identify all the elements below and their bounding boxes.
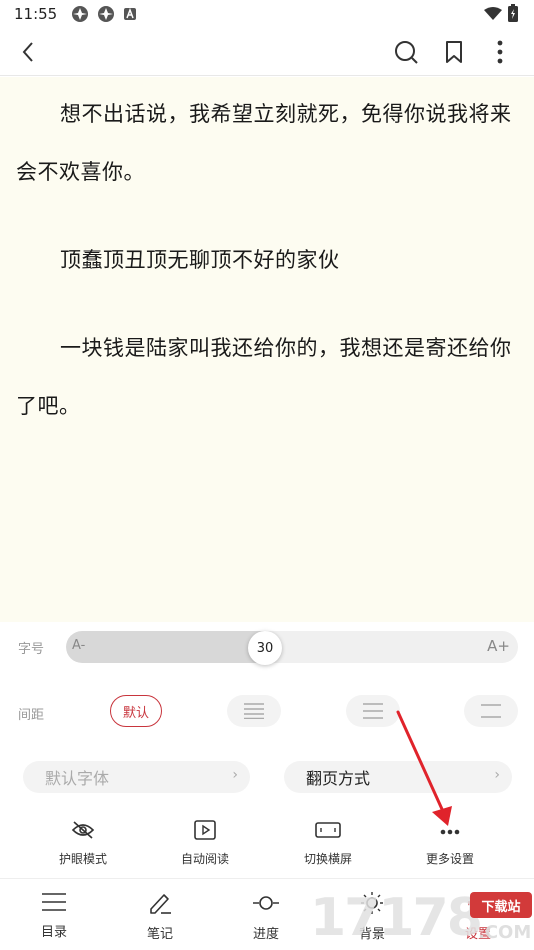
landscape-icon (315, 820, 341, 844)
status-bar: 11:55 (0, 0, 534, 28)
font-size-thumb[interactable]: 30 (248, 631, 282, 665)
status-time: 11:55 (14, 5, 58, 23)
font-larger-label: A+ (487, 637, 510, 655)
font-family-pill[interactable]: 默认字体 › (23, 761, 250, 793)
page-turn-pill[interactable]: 翻页方式 › (284, 761, 512, 793)
spacing-label: 间距 (18, 708, 45, 723)
tool-label: 护眼模式 (58, 852, 107, 866)
progress-icon (252, 891, 280, 919)
spacing-compact-button[interactable] (227, 695, 281, 727)
auto-read-tool[interactable]: 自动阅读 (150, 820, 260, 867)
spacing-medium-button[interactable] (346, 695, 400, 727)
nav-label: 目录 (40, 925, 67, 940)
nav-catalog[interactable]: 目录 (4, 891, 104, 940)
font-smaller-label: A- (72, 638, 86, 653)
watermark-numbers: 17178 (310, 888, 483, 948)
list-icon (41, 891, 67, 917)
nav-notes[interactable]: 笔记 (110, 891, 210, 942)
eye-care-tool[interactable]: 护眼模式 (28, 820, 138, 867)
watermark-logo: 17178 下载站 .COM (310, 888, 534, 950)
reader-top-bar (0, 28, 534, 76)
app-a-icon (123, 7, 137, 21)
font-family-label: 默认字体 (45, 769, 110, 788)
reader-content: 想不出话说，我希望立刻就死，免得你说我将来会不欢喜你。 顶蠢顶丑顶无聊顶不好的家… (0, 77, 534, 622)
tool-label: 自动阅读 (180, 852, 229, 866)
page-turn-label: 翻页方式 (306, 769, 371, 788)
spacing-loose-button[interactable] (464, 695, 518, 727)
landscape-tool[interactable]: 切换横屏 (273, 820, 383, 867)
tool-row: 护眼模式 自动阅读 切换横屏 更多设置 (0, 820, 534, 875)
app-notification-icon (71, 5, 89, 23)
reader-paragraph: 一块钱是陆家叫我还给你的，我想还是寄还给你了吧。 (16, 336, 512, 418)
nav-label: 进度 (252, 927, 279, 942)
wifi-icon (484, 6, 502, 25)
settings-panel: 字号 A- A+ 30 间距 默认 默认字体 › 翻页方式 › 护眼模式 自动阅… (0, 622, 534, 877)
font-size-slider[interactable]: A- A+ (66, 631, 518, 663)
edit-icon (147, 891, 173, 919)
play-icon (194, 820, 216, 844)
battery-icon (508, 4, 518, 26)
watermark-badge: 下载站 (470, 892, 532, 918)
eye-off-icon (71, 820, 95, 844)
reader-paragraph: 顶蠢顶丑顶无聊顶不好的家伙 (60, 248, 340, 272)
reader-paragraph: 想不出话说，我希望立刻就死，免得你说我将来会不欢喜你。 (16, 102, 512, 184)
app-notification-icon (97, 5, 115, 23)
nav-label: 笔记 (146, 927, 173, 942)
spacing-default-button[interactable]: 默认 (110, 695, 162, 727)
search-icon[interactable] (392, 38, 420, 66)
more-vert-icon[interactable] (486, 38, 514, 66)
back-icon[interactable] (14, 38, 42, 66)
tool-label: 切换横屏 (303, 852, 352, 866)
watermark-suffix: .COM (478, 922, 532, 943)
bookmark-icon[interactable] (440, 38, 468, 66)
font-size-label: 字号 (18, 642, 45, 657)
more-settings-tool[interactable]: 更多设置 (395, 820, 505, 867)
nav-progress[interactable]: 进度 (216, 891, 316, 942)
chevron-right-icon: › (494, 767, 500, 783)
more-icon (439, 820, 461, 844)
tool-label: 更多设置 (425, 852, 474, 866)
chevron-right-icon: › (232, 767, 238, 783)
